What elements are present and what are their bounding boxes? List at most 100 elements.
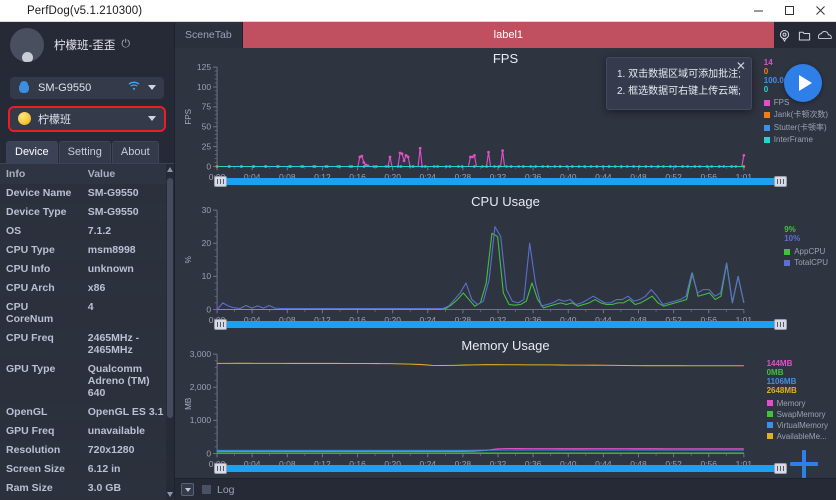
y-tick-label: 30 xyxy=(202,205,212,215)
legend-label: Jank(卡顿次数) xyxy=(773,110,828,119)
value-cell: 2465MHz - 2465MHz xyxy=(81,328,174,360)
legend-item[interactable]: VirtualMemory xyxy=(766,421,828,430)
slider-handle-left[interactable] xyxy=(214,319,228,331)
window-title-bar: PerfDog(v5.1.210300) xyxy=(0,0,836,22)
wifi-icon xyxy=(128,81,140,94)
series-line xyxy=(217,233,745,311)
main-panel: SceneTab label1 FPS 0 25 50 75 100 125 0… xyxy=(175,22,836,500)
app-selector[interactable]: 柠檬班 xyxy=(8,105,166,132)
chart-memory[interactable]: Memory Usage 01,0002,0003,0000:000:040:0… xyxy=(175,335,836,478)
value-cell: 4 xyxy=(81,297,174,329)
slider-handle-right[interactable] xyxy=(773,462,787,474)
perfdog-window: PerfDog(v5.1.210300) 柠檬班-歪歪 ⏻ SM-G9550 柠… xyxy=(0,0,836,500)
slider-handle-right[interactable] xyxy=(773,319,787,331)
value-cell: 7.1.2 xyxy=(81,221,174,241)
info-cell: CPU Type xyxy=(0,240,82,260)
data-point xyxy=(402,159,406,163)
y-tick-label: 75 xyxy=(202,102,212,112)
table-row[interactable]: OS 7.1.2 xyxy=(0,221,174,241)
legend-item[interactable]: AvailableMe... xyxy=(766,432,828,441)
user-profile[interactable]: 柠檬班-歪歪 ⏻ xyxy=(0,22,174,68)
legend-swatch xyxy=(763,124,770,131)
close-icon[interactable]: ✕ xyxy=(736,60,746,72)
sidebar-scrollbar[interactable] xyxy=(166,163,174,500)
table-row[interactable]: GPU Type Qualcomm Adreno (TM) 640 xyxy=(0,359,174,403)
legend-item[interactable]: TotalCPU xyxy=(784,258,828,267)
timeline-slider-memory[interactable] xyxy=(214,462,787,474)
play-button[interactable] xyxy=(784,64,822,102)
scrollbar-thumb[interactable] xyxy=(167,177,173,418)
y-tick-label: 2,000 xyxy=(190,382,212,392)
minimize-button[interactable] xyxy=(743,0,774,21)
legend-item[interactable]: InterFrame xyxy=(763,135,828,144)
device-info-table-body: Device Name SM-G9550 Device Type SM-G9550 OS… xyxy=(0,183,174,500)
table-row[interactable]: GPU Freq unavailable xyxy=(0,421,174,441)
value-cell: SM-G9550 xyxy=(81,183,174,203)
value-cell: msm8998 xyxy=(81,240,174,260)
close-button[interactable] xyxy=(805,0,836,21)
data-point xyxy=(362,161,366,164)
location-pin-icon[interactable] xyxy=(778,29,791,42)
sidebar-tabs: Device Setting About xyxy=(6,140,174,163)
scroll-up-icon[interactable] xyxy=(167,166,173,172)
legend-item[interactable]: Memory xyxy=(766,399,828,408)
table-row[interactable]: CPU Freq 2465MHz - 2465MHz xyxy=(0,328,174,360)
series-TotalCPU xyxy=(216,226,745,311)
table-row[interactable]: CPU Arch x86 xyxy=(0,278,174,298)
chart-cpu[interactable]: CPU Usage 01020300:000:040:080:120:160:2… xyxy=(175,191,836,334)
legend-swatch xyxy=(766,400,773,407)
data-point xyxy=(360,154,364,158)
power-icon[interactable]: ⏻ xyxy=(121,38,130,51)
add-button[interactable] xyxy=(790,450,818,478)
slider-handle-left[interactable] xyxy=(214,462,228,474)
log-toggle-button[interactable] xyxy=(181,483,194,496)
data-point xyxy=(388,155,392,159)
device-selector[interactable]: SM-G9550 xyxy=(10,77,164,99)
info-cell: CPU CoreNum xyxy=(0,297,82,329)
legend-item[interactable]: SwapMemory xyxy=(766,409,828,419)
data-point xyxy=(418,146,422,150)
series-line xyxy=(216,226,745,311)
info-cell: Ram Size xyxy=(0,478,82,498)
scene-tab[interactable]: SceneTab xyxy=(175,22,243,48)
top-toolbar xyxy=(774,22,836,48)
slider-handle-left[interactable] xyxy=(214,175,228,187)
table-row[interactable]: CPU CoreNum 4 xyxy=(0,297,174,329)
tab-device[interactable]: Device xyxy=(6,140,58,163)
info-cell: GPU Type xyxy=(0,359,82,403)
cloud-icon[interactable] xyxy=(818,29,833,42)
tab-about[interactable]: About xyxy=(111,140,159,163)
slider-handle-right[interactable] xyxy=(773,175,787,187)
table-row[interactable]: Resolution 720x1280 xyxy=(0,440,174,460)
table-row[interactable]: Device Type SM-G9550 xyxy=(0,202,174,222)
data-point xyxy=(406,155,410,159)
legend-swatch xyxy=(784,259,791,266)
table-row[interactable]: CPU Info unknown xyxy=(0,259,174,279)
info-cell: Screen Size xyxy=(0,459,82,479)
label-bar[interactable]: label1 xyxy=(242,22,774,48)
info-cell: GPU Freq xyxy=(0,421,82,441)
legend-label: InterFrame xyxy=(773,135,813,144)
scroll-down-icon[interactable] xyxy=(167,492,173,497)
legend-label: SwapMemory xyxy=(776,409,826,419)
device-info-table-wrapper: Info Value Device Name SM-G9550 Device Typ… xyxy=(0,162,174,500)
maximize-button[interactable] xyxy=(774,0,805,21)
legend-item[interactable]: Stutter(卡顿率) xyxy=(763,122,828,133)
table-row[interactable]: OpenGL OpenGL ES 3.1 xyxy=(0,402,174,422)
table-row[interactable]: Device Name SM-G9550 xyxy=(0,183,174,203)
legend-label: AppCPU xyxy=(794,247,826,257)
legend-current-Memory: 144MB xyxy=(766,358,793,368)
legend-item[interactable]: AppCPU xyxy=(784,247,828,256)
timeline-slider-cpu[interactable] xyxy=(214,319,787,331)
android-icon xyxy=(18,81,31,94)
legend-label: TotalCPU xyxy=(794,258,828,268)
table-row[interactable]: Screen Size 6.12 in xyxy=(0,459,174,479)
timeline-slider-fps[interactable] xyxy=(214,175,787,187)
table-row[interactable]: CPU Type msm8998 xyxy=(0,240,174,260)
scene-bar: SceneTab label1 xyxy=(175,22,836,48)
legend-item[interactable]: Jank(卡顿次数) xyxy=(763,109,828,120)
table-row[interactable]: Ram Size 3.0 GB xyxy=(0,478,174,498)
folder-icon[interactable] xyxy=(798,29,811,42)
tab-setting[interactable]: Setting xyxy=(58,140,111,163)
table-header-row: Info Value xyxy=(0,163,174,184)
